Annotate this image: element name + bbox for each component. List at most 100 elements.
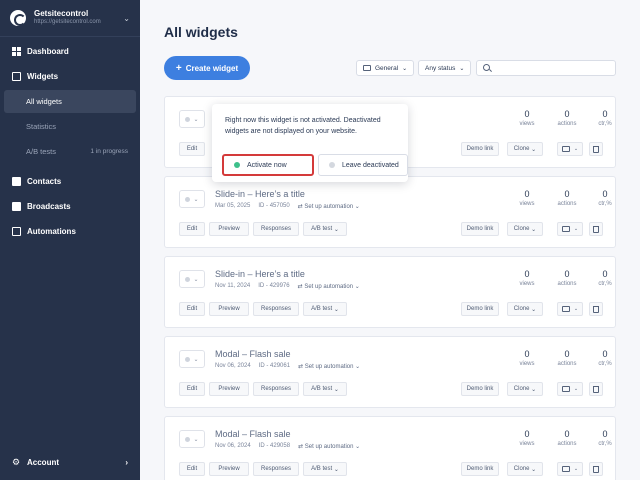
widget-status-toggle[interactable]: ⌄ [179, 190, 205, 208]
widget-status-toggle[interactable]: ⌄ [179, 110, 205, 128]
folder-filter[interactable]: General ⌄ [356, 60, 415, 76]
delete-button[interactable] [589, 462, 603, 476]
ab-test-button[interactable]: A/B test ⌄ [303, 302, 347, 316]
create-widget-button[interactable]: + Create widget [164, 56, 250, 80]
actions-label: actions [557, 281, 577, 287]
ab-test-label: A/B test [311, 226, 333, 232]
sidebar-item-ab-tests[interactable]: A/B tests 1 in progress [4, 140, 136, 163]
responses-button[interactable]: Responses [253, 302, 299, 316]
trash-icon [593, 225, 599, 233]
demo-link-button[interactable]: Demo link [461, 462, 499, 476]
move-to-folder-button[interactable]: ⌄ [557, 142, 583, 156]
plus-icon: + [175, 62, 182, 74]
widget-status-toggle[interactable]: ⌄ [179, 270, 205, 288]
widget-card: ⌄ Slide-in – Here’s a title Mar 05, 2025 ID… [164, 176, 616, 248]
leave-deactivated-label: Leave deactivated [342, 161, 399, 169]
actions-stat: 0 actions [547, 349, 587, 367]
chevron-down-icon: ⌄ [333, 386, 339, 393]
setup-automation-link[interactable]: ⇄ Set up automation ⌄ [298, 283, 360, 290]
demo-link-button[interactable]: Demo link [461, 142, 499, 156]
status-filter[interactable]: Any status ⌄ [418, 60, 472, 76]
status-dot-icon [329, 162, 335, 168]
chevron-down-icon: ⌄ [193, 356, 199, 363]
demo-link-button[interactable]: Demo link [461, 382, 499, 396]
widget-title[interactable]: Modal – Flash sale [215, 429, 291, 439]
sidebar-item-label: Account [27, 458, 59, 467]
edit-button[interactable]: Edit [179, 302, 205, 316]
chevron-down-icon: ⌄ [531, 466, 537, 473]
views-stat: 0 views [507, 349, 547, 367]
responses-button[interactable]: Responses [253, 462, 299, 476]
sidebar-item-label: Dashboard [27, 47, 69, 56]
responses-button[interactable]: Responses [253, 382, 299, 396]
move-to-folder-button[interactable]: ⌄ [557, 462, 583, 476]
delete-button[interactable] [589, 302, 603, 316]
edit-button[interactable]: Edit [179, 462, 205, 476]
widget-title[interactable]: Modal – Flash sale [215, 349, 291, 359]
widget-status-toggle[interactable]: ⌄ [179, 430, 205, 448]
folder-filter-value: General [375, 64, 399, 72]
chevron-down-icon: ⌄ [193, 276, 199, 283]
setup-automation-link[interactable]: ⇄ Set up automation ⌄ [298, 203, 360, 210]
clone-button[interactable]: Clone ⌄ [507, 302, 543, 316]
actions-stat: 0 actions [547, 429, 587, 447]
sidebar-item-contacts[interactable]: Contacts [4, 170, 136, 193]
actions-stat: 0 actions [547, 109, 587, 127]
clone-label: Clone [513, 386, 530, 392]
search-input[interactable] [476, 60, 616, 76]
views-value: 0 [524, 109, 530, 119]
delete-button[interactable] [589, 382, 603, 396]
setup-automation-label: Set up automation [304, 444, 354, 450]
move-to-folder-button[interactable]: ⌄ [557, 222, 583, 236]
sidebar-item-account[interactable]: ⚙ Account › [4, 451, 136, 474]
widget-date: Mar 05, 2025 [215, 203, 251, 209]
setup-automation-link[interactable]: ⇄ Set up automation ⌄ [298, 443, 360, 450]
move-to-folder-button[interactable]: ⌄ [557, 382, 583, 396]
demo-link-button[interactable]: Demo link [461, 222, 499, 236]
actions-value: 0 [564, 269, 570, 279]
responses-button[interactable]: Responses [253, 222, 299, 236]
chevron-down-icon: ⌄ [193, 196, 199, 203]
ab-test-button[interactable]: A/B test ⌄ [303, 382, 347, 396]
demo-link-button[interactable]: Demo link [461, 302, 499, 316]
sidebar-item-broadcasts[interactable]: Broadcasts [4, 195, 136, 218]
clone-button[interactable]: Clone ⌄ [507, 142, 543, 156]
widget-title[interactable]: Slide-in – Here’s a title [215, 189, 305, 199]
activate-now-button[interactable]: Activate now [222, 154, 314, 176]
widget-status-toggle[interactable]: ⌄ [179, 350, 205, 368]
delete-button[interactable] [589, 222, 603, 236]
ctr-stat: 0 ctr,% [585, 189, 625, 207]
gear-icon: ⚙ [12, 457, 21, 467]
folder-icon [561, 306, 570, 312]
clone-button[interactable]: Clone ⌄ [507, 462, 543, 476]
preview-button[interactable]: Preview [209, 302, 249, 316]
clone-button[interactable]: Clone ⌄ [507, 222, 543, 236]
widget-card: ⌄ Modal – Flash sale Nov 06, 2024 ID - 4290… [164, 416, 616, 480]
delete-button[interactable] [589, 142, 603, 156]
workspace-switcher[interactable]: Getsitecontrol https://getsitecontrol.co… [0, 0, 140, 37]
preview-button[interactable]: Preview [209, 222, 249, 236]
sidebar-item-label: Statistics [26, 122, 57, 131]
preview-button[interactable]: Preview [209, 462, 249, 476]
sidebar-item-dashboard[interactable]: Dashboard [4, 40, 136, 63]
sidebar-item-statistics[interactable]: Statistics [4, 115, 136, 138]
edit-button[interactable]: Edit [179, 382, 205, 396]
activation-popover: Right now this widget is not activated. … [212, 104, 408, 182]
ab-test-button[interactable]: A/B test ⌄ [303, 462, 347, 476]
ctr-stat: 0 ctr,% [585, 349, 625, 367]
leave-deactivated-button[interactable]: Leave deactivated [318, 154, 408, 176]
clone-button[interactable]: Clone ⌄ [507, 382, 543, 396]
widget-title[interactable]: Slide-in – Here’s a title [215, 269, 305, 279]
edit-button[interactable]: Edit [179, 222, 205, 236]
edit-button[interactable]: Edit [179, 142, 205, 156]
preview-button[interactable]: Preview [209, 382, 249, 396]
ab-test-button[interactable]: A/B test ⌄ [303, 222, 347, 236]
move-to-folder-button[interactable]: ⌄ [557, 302, 583, 316]
setup-automation-link[interactable]: ⇄ Set up automation ⌄ [298, 363, 360, 370]
status-dot-icon [185, 356, 191, 362]
sidebar-item-all-widgets[interactable]: All widgets [4, 90, 136, 113]
views-label: views [519, 361, 535, 367]
sidebar-item-widgets[interactable]: Widgets [4, 65, 136, 88]
sidebar-item-automations[interactable]: Automations [4, 220, 136, 243]
widget-id: ID - 429976 [258, 283, 290, 289]
